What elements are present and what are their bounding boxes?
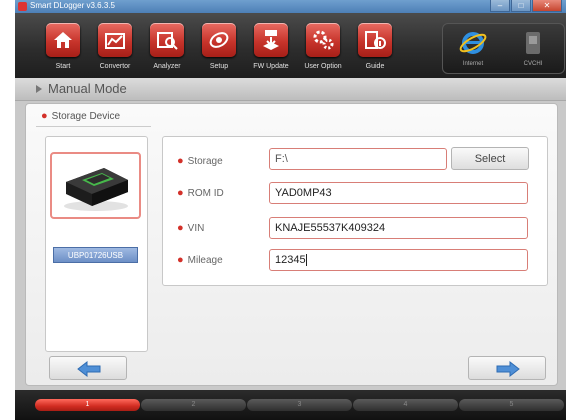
obd-device-icon [64, 168, 128, 211]
minimize-button[interactable]: – [490, 0, 510, 12]
toolbar-label: Guide [365, 63, 385, 70]
bullet-icon: ● [177, 155, 184, 167]
text-cursor [305, 254, 307, 267]
net-group: Internet CVCHI [442, 23, 565, 74]
step-progress-bar: 1 2 3 4 5 [15, 390, 566, 420]
toolbar-convertor-button[interactable]: Convertor [89, 13, 141, 78]
net-label: CVCHI [523, 61, 543, 67]
title-bar: Smart DLogger v3.6.3.5 – □ ✕ [15, 0, 566, 13]
toolbar-analyzer-button[interactable]: Analyzer [141, 13, 193, 78]
select-button[interactable]: Select [451, 147, 529, 170]
mileage-value: 12345 [275, 254, 306, 266]
cvchi-button[interactable]: CVCHI [503, 24, 563, 73]
mileage-label: ● Mileage [177, 254, 223, 266]
toolbar-label: Convertor [99, 63, 131, 70]
bullet-icon: ● [177, 222, 184, 234]
bullet-icon: ● [41, 110, 48, 122]
vin-field[interactable]: KNAJE55537K409324 [269, 217, 528, 239]
app-icon [18, 2, 27, 11]
guide-icon [358, 23, 392, 57]
window-controls: – □ ✕ [489, 0, 562, 12]
rom-id-label: ● ROM ID [177, 187, 224, 199]
storage-field[interactable]: F:\ [269, 148, 447, 170]
toolbar-label: Analyzer [153, 63, 181, 70]
next-button[interactable] [468, 356, 546, 380]
vin-label: ● VIN [177, 222, 204, 234]
net-label: Internet [462, 61, 484, 67]
device-image[interactable] [50, 152, 141, 219]
vin-label-text: VIN [187, 223, 205, 234]
toolbar-start-button[interactable]: Start [37, 13, 89, 78]
rom-id-label-text: ROM ID [187, 188, 224, 199]
internet-button[interactable]: Internet [443, 24, 503, 73]
toolbar-fw-update-button[interactable]: FW Update [245, 13, 297, 78]
step-3: 3 [247, 399, 352, 411]
analyzer-icon [150, 23, 184, 57]
window-title: Smart DLogger v3.6.3.5 [30, 1, 115, 10]
convertor-icon [98, 23, 132, 57]
storage-label: ● Storage [177, 155, 223, 167]
main-panel: ● Storage Device UBP01726USB ● Storage F:\ [25, 103, 558, 386]
step-5: 5 [459, 399, 564, 411]
page-title: Manual Mode [48, 81, 127, 96]
arrow-right-icon [496, 361, 520, 377]
section-title: ● Storage Device [41, 110, 120, 122]
arrow-left-icon [77, 361, 101, 377]
close-button[interactable]: ✕ [532, 0, 562, 12]
toolbar-label: Setup [209, 63, 229, 70]
mileage-field[interactable]: 12345 km [269, 249, 528, 271]
rom-id-field[interactable]: YAD0MP43 [269, 182, 528, 204]
toolbar-label: Start [55, 63, 71, 70]
device-info-form: ● Storage F:\ Select ● ROM ID YAD0MP43 ● VI… [162, 136, 548, 286]
toolbar-user-option-button[interactable]: User Option [297, 13, 349, 78]
mileage-label-text: Mileage [187, 255, 223, 266]
section-divider [36, 126, 151, 127]
bullet-icon: ● [177, 187, 184, 199]
device-panel: UBP01726USB [45, 136, 148, 352]
section-title-text: Storage Device [51, 111, 121, 122]
mode-arrow-icon [36, 85, 42, 93]
toolbar-guide-button[interactable]: Guide [349, 13, 401, 78]
setup-icon [202, 23, 236, 57]
step-2: 2 [141, 399, 246, 411]
step-1: 1 [35, 399, 140, 411]
home-icon [46, 23, 80, 57]
user-option-icon [306, 23, 340, 57]
main-toolbar: Start Convertor Analyzer Setup FW Update [15, 13, 566, 78]
internet-explorer-icon [459, 32, 487, 54]
bullet-icon: ● [177, 254, 184, 266]
fw-update-icon [254, 23, 288, 57]
step-4: 4 [353, 399, 458, 411]
cvchi-icon [526, 32, 540, 54]
toolbar-label: User Option [304, 63, 342, 70]
storage-label-text: Storage [187, 156, 223, 167]
maximize-button[interactable]: □ [511, 0, 531, 12]
back-button[interactable] [49, 356, 127, 380]
device-serial-badge[interactable]: UBP01726USB [53, 247, 138, 263]
toolbar-label: FW Update [253, 63, 289, 70]
mode-bar: Manual Mode [15, 78, 566, 101]
app-window: Smart DLogger v3.6.3.5 – □ ✕ Start Conve… [15, 0, 566, 420]
toolbar-setup-button[interactable]: Setup [193, 13, 245, 78]
